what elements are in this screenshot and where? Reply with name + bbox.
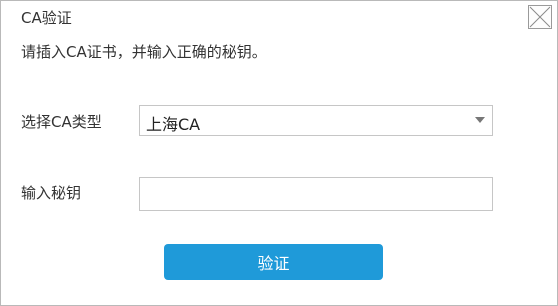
secret-key-label: 输入秘钥 [21, 184, 82, 202]
ca-type-label: 选择CA类型 [21, 113, 102, 131]
ca-type-select[interactable]: 上海CA [139, 105, 493, 136]
ca-verify-dialog: CA验证 请插入CA证书，并输入正确的秘钥。 选择CA类型 上海CA 输入秘钥 … [0, 0, 558, 306]
close-icon [529, 6, 551, 28]
secret-key-input[interactable] [139, 177, 493, 211]
chevron-down-icon [475, 117, 485, 123]
verify-button[interactable]: 验证 [164, 244, 383, 280]
dialog-title: CA验证 [21, 9, 72, 27]
close-button[interactable] [528, 5, 552, 29]
ca-type-selected-value: 上海CA [146, 115, 201, 134]
dropdown-arrow[interactable] [468, 106, 492, 135]
instruction-text: 请插入CA证书，并输入正确的秘钥。 [21, 43, 267, 61]
